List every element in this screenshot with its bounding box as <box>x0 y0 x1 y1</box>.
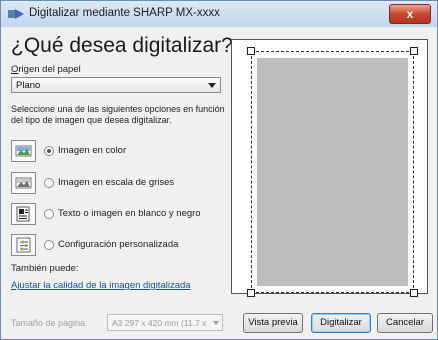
color-photo-icon[interactable] <box>11 140 36 162</box>
scan-preview-image <box>257 58 408 286</box>
paper-source-label-text: rigen del papel <box>18 64 81 75</box>
option-label[interactable]: Imagen en color <box>58 145 126 156</box>
option-label[interactable]: Imagen en escala de grises <box>58 177 174 188</box>
close-icon: x <box>406 7 414 21</box>
option-custom-settings[interactable]: Configuración personalizada <box>11 234 231 256</box>
option-black-white[interactable]: Texto o imagen en blanco y negro <box>11 203 231 225</box>
instructions-text: Seleccione una de las siguientes opcione… <box>11 104 225 125</box>
black-white-text-icon[interactable] <box>11 203 36 225</box>
chevron-down-icon <box>208 83 216 88</box>
dialog-footer: Tamaño de página: A3 297 x 420 mm (11.7 … <box>1 312 437 338</box>
page-title: ¿Qué desea digitalizar? <box>11 34 233 57</box>
crop-handle-bottom-left[interactable] <box>247 289 255 297</box>
scan-button[interactable]: Digitalizar <box>311 313 371 333</box>
dialog-content: ¿Qué desea digitalizar? Origen del papel… <box>1 27 437 339</box>
grayscale-photo-icon[interactable] <box>11 172 36 194</box>
chevron-down-icon <box>213 321 219 325</box>
crop-handle-bottom-right[interactable] <box>410 289 418 297</box>
paper-source-select[interactable]: Plano <box>11 77 221 93</box>
scan-area-selection[interactable] <box>251 51 414 293</box>
crop-handle-top-left[interactable] <box>247 47 255 55</box>
scan-dialog-window: Digitalizar mediante SHARP MX-xxxx x ¿Qu… <box>0 0 438 340</box>
option-label[interactable]: Texto o imagen en blanco y negro <box>58 208 201 219</box>
page-size-value: A3 297 x 420 mm (11.7 x <box>112 318 207 328</box>
preview-button[interactable]: Vista previa <box>243 313 303 333</box>
radio-custom-settings[interactable] <box>44 240 54 250</box>
close-button[interactable]: x <box>389 4 431 24</box>
scan-preview-pane <box>231 39 428 297</box>
radio-grayscale-image[interactable] <box>44 178 54 188</box>
radio-color-image[interactable] <box>44 146 54 156</box>
cancel-button[interactable]: Cancelar <box>377 313 433 333</box>
page-size-select: A3 297 x 420 mm (11.7 x <box>107 314 223 331</box>
also-can-label: También puede: <box>11 263 79 274</box>
paper-source-value: Plano <box>16 80 41 91</box>
title-bar[interactable]: Digitalizar mediante SHARP MX-xxxx x <box>1 1 437 27</box>
option-grayscale-image[interactable]: Imagen en escala de grises <box>11 172 231 194</box>
paper-source-label: Origen del papel <box>11 64 81 75</box>
window-title: Digitalizar mediante SHARP MX-xxxx <box>29 7 220 19</box>
crop-handle-top-right[interactable] <box>410 47 418 55</box>
radio-black-white[interactable] <box>44 209 54 219</box>
page-size-label: Tamaño de página: <box>11 318 88 328</box>
custom-settings-icon[interactable] <box>11 234 36 256</box>
adjust-quality-link[interactable]: Ajustar la calidad de la imagen digitali… <box>11 280 191 291</box>
scanner-app-icon <box>8 9 24 19</box>
option-color-image[interactable]: Imagen en color <box>11 140 231 162</box>
option-label[interactable]: Configuración personalizada <box>58 239 178 250</box>
